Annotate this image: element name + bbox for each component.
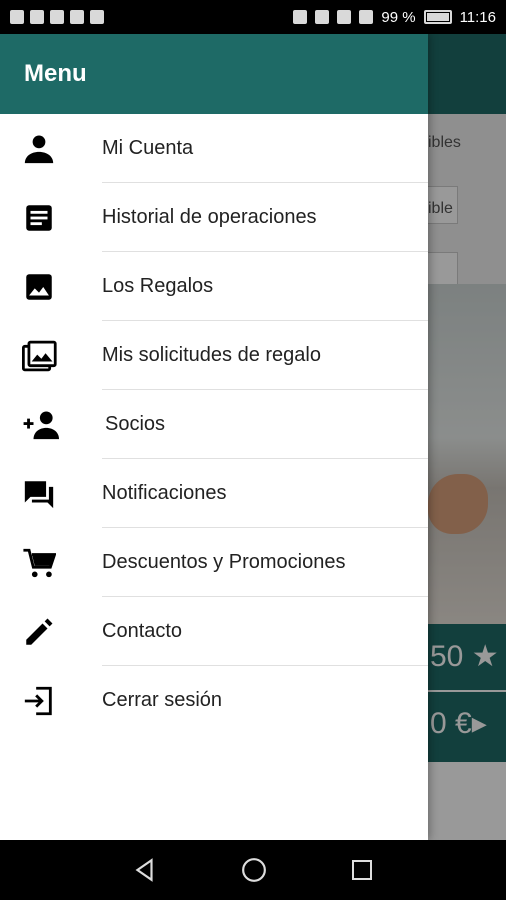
chat-icon (0, 477, 102, 511)
wifi-icon (337, 10, 352, 24)
pinterest-icon (90, 10, 104, 24)
menu-item-label: Historial de operaciones (102, 206, 317, 228)
menu-item-descuentos[interactable]: Descuentos y Promociones (0, 528, 428, 597)
image-icon (0, 270, 102, 304)
menu-item-label: Notificaciones (102, 482, 227, 504)
status-bar: 99 % 11:16 (0, 0, 506, 34)
cart-icon (0, 546, 102, 580)
menu-item-notificaciones[interactable]: Notificaciones (0, 459, 428, 528)
menu-item-label: Descuentos y Promociones (102, 551, 346, 573)
menu-item-label: Mis solicitudes de regalo (102, 344, 321, 366)
mail-icon (30, 10, 44, 24)
menu-item-label: Los Regalos (102, 275, 214, 297)
signal-icon (359, 10, 374, 24)
bluetooth-icon (293, 10, 308, 24)
download-icon (70, 10, 84, 24)
menu-item-contacto[interactable]: Contacto (0, 597, 428, 666)
back-icon[interactable] (132, 857, 158, 883)
menu-item-cerrar-sesion[interactable]: Cerrar sesión (0, 666, 428, 735)
person-icon (0, 132, 102, 166)
nfc-icon (315, 10, 330, 24)
menu-item-historial[interactable]: Historial de operaciones (0, 183, 428, 252)
system-navigation-bar (0, 840, 506, 900)
clock: 11:16 (459, 8, 496, 26)
menu-item-label: Mi Cuenta (102, 137, 194, 159)
menu-item-mi-cuenta[interactable]: Mi Cuenta (0, 114, 428, 183)
pencil-icon (0, 615, 102, 649)
menu-item-label: Socios (105, 413, 166, 435)
navigation-drawer: Menu Mi Cuenta Historial de operaciones … (0, 34, 428, 840)
notification-icon (50, 10, 64, 24)
images-icon (0, 339, 102, 373)
recents-icon[interactable] (350, 858, 374, 882)
notification-icons (10, 10, 104, 24)
battery-percent: 99 % (381, 8, 416, 26)
battery-icon (423, 10, 452, 24)
menu-item-socios[interactable]: Socios (0, 390, 428, 459)
document-icon (0, 201, 102, 235)
drawer-header: Menu (0, 34, 428, 114)
logout-icon (0, 684, 102, 718)
drawer-title: Menu (24, 60, 87, 87)
add-person-icon (0, 408, 102, 442)
menu-item-label: Cerrar sesión (102, 689, 223, 711)
notification-icon (10, 10, 24, 24)
menu-item-solicitudes[interactable]: Mis solicitudes de regalo (0, 321, 428, 390)
system-icons: 99 % 11:16 (293, 9, 496, 26)
drawer-menu: Mi Cuenta Historial de operaciones Los R… (0, 114, 428, 735)
menu-item-label: Contacto (102, 620, 183, 642)
menu-item-regalos[interactable]: Los Regalos (0, 252, 428, 321)
home-icon[interactable] (241, 857, 267, 883)
